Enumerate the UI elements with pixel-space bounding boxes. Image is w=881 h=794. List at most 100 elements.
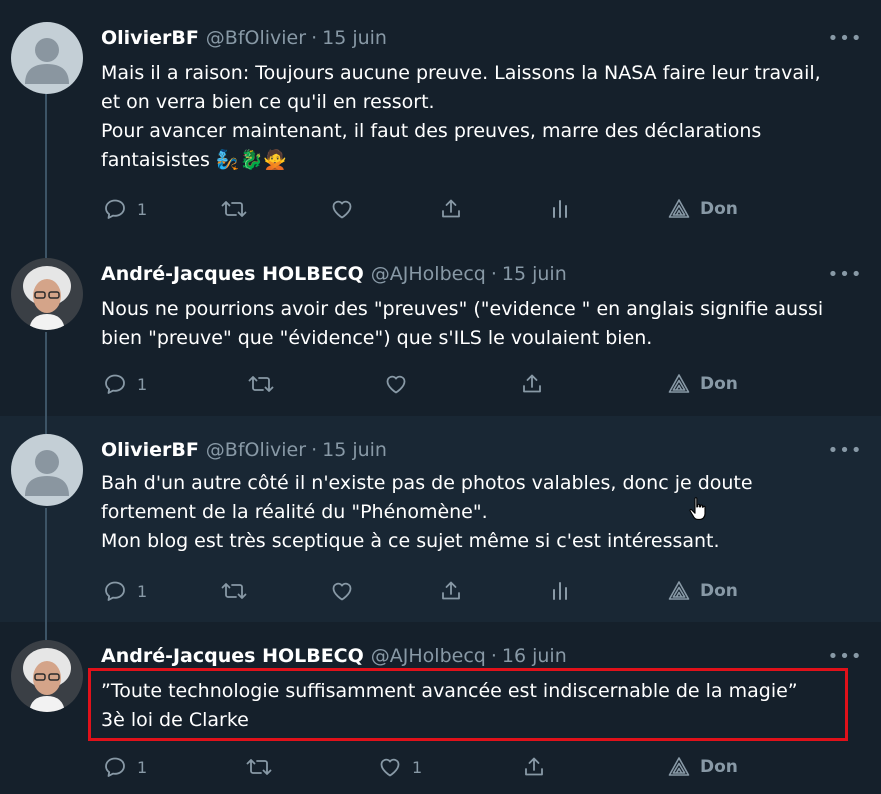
default-avatar-icon bbox=[11, 22, 83, 94]
share-icon bbox=[523, 374, 541, 393]
retweet-button[interactable] bbox=[220, 576, 248, 606]
retweet-icon bbox=[246, 759, 272, 775]
more-icon[interactable]: ••• bbox=[828, 264, 862, 285]
don-label: Don bbox=[700, 757, 738, 777]
don-button[interactable]: Don bbox=[667, 194, 738, 224]
avatar[interactable] bbox=[11, 434, 83, 506]
hand-cursor-icon bbox=[688, 496, 708, 526]
tweet-line: et on verra bien ce qu'il en ressort. bbox=[101, 91, 435, 113]
reply-button[interactable]: 1 bbox=[103, 369, 147, 399]
retweet-button[interactable] bbox=[247, 369, 275, 399]
more-icon[interactable]: ••• bbox=[828, 440, 862, 461]
reply-button[interactable]: 1 bbox=[103, 576, 147, 606]
author-handle[interactable]: @AJHolbecq bbox=[371, 643, 486, 669]
tweet-4[interactable]: André-Jacques HOLBECQ @AJHolbecq · 16 ju… bbox=[0, 622, 881, 794]
separator: · bbox=[311, 27, 318, 49]
share-button[interactable] bbox=[439, 576, 463, 606]
like-button[interactable]: 1 bbox=[378, 752, 422, 782]
don-icon bbox=[668, 374, 690, 393]
tweet-line: fortement de la réalité du "Phénomène". bbox=[101, 501, 488, 523]
tweet-line: Nous ne pourrions avoir des "preuves" ("… bbox=[101, 298, 824, 320]
like-button[interactable] bbox=[330, 194, 354, 224]
don-button[interactable]: Don bbox=[667, 369, 738, 399]
like-icon bbox=[332, 582, 352, 601]
tweet-thread: OlivierBF @BfOlivier · 15 juin ••• Mais … bbox=[0, 0, 881, 794]
tweet-3[interactable]: OlivierBF @BfOlivier · 15 juin ••• Bah d… bbox=[0, 416, 881, 622]
tweet-line: ”Toute technologie suffisamment avancée … bbox=[101, 680, 798, 702]
tweet-line: Bah d'un autre côté il n'existe pas de p… bbox=[101, 472, 753, 494]
author-name[interactable]: OlivierBF bbox=[101, 437, 199, 463]
tweet-line: Mais il a raison: Toujours aucune preuve… bbox=[101, 62, 821, 84]
tweet-header: OlivierBF @BfOlivier · 15 juin bbox=[101, 25, 387, 51]
like-button[interactable] bbox=[330, 576, 354, 606]
author-name[interactable]: André-Jacques HOLBECQ bbox=[101, 261, 364, 287]
more-icon[interactable]: ••• bbox=[828, 28, 862, 49]
share-icon bbox=[525, 757, 543, 776]
separator: · bbox=[311, 439, 318, 461]
don-label: Don bbox=[700, 374, 738, 394]
tweet-2[interactable]: André-Jacques HOLBECQ @AJHolbecq · 15 ju… bbox=[0, 240, 881, 416]
tweet-date[interactable]: 16 juin bbox=[502, 643, 567, 669]
more-icon[interactable]: ••• bbox=[828, 646, 862, 667]
tweet-date[interactable]: 15 juin bbox=[502, 261, 567, 287]
tweet-text: Mais il a raison: Toujours aucune preuve… bbox=[101, 59, 861, 175]
avatar[interactable] bbox=[11, 22, 83, 94]
author-name[interactable]: OlivierBF bbox=[101, 25, 199, 51]
thread-connector bbox=[45, 416, 47, 434]
author-name[interactable]: André-Jacques HOLBECQ bbox=[101, 643, 364, 669]
author-handle[interactable]: @BfOlivier bbox=[206, 25, 306, 51]
reply-button[interactable]: 1 bbox=[103, 194, 147, 224]
tweet-1[interactable]: OlivierBF @BfOlivier · 15 juin ••• Mais … bbox=[0, 0, 881, 240]
reply-button[interactable]: 1 bbox=[103, 752, 147, 782]
share-icon bbox=[442, 581, 460, 600]
avatar[interactable] bbox=[11, 258, 83, 330]
like-icon bbox=[380, 758, 400, 777]
analytics-icon bbox=[553, 200, 567, 218]
avatar[interactable] bbox=[11, 640, 83, 712]
separator: · bbox=[490, 263, 497, 285]
action-bar: 1 Don bbox=[0, 369, 881, 399]
retweet-button[interactable] bbox=[220, 194, 248, 224]
action-bar: 1 Don bbox=[0, 576, 881, 606]
don-label: Don bbox=[700, 199, 738, 219]
like-icon bbox=[386, 375, 406, 394]
share-button[interactable] bbox=[522, 752, 546, 782]
reply-icon bbox=[105, 581, 125, 601]
don-button[interactable]: Don bbox=[667, 752, 738, 782]
don-icon bbox=[668, 757, 690, 776]
photo-avatar-icon bbox=[11, 640, 83, 712]
share-button[interactable] bbox=[439, 194, 463, 224]
retweet-button[interactable] bbox=[245, 752, 273, 782]
tweet-line: Mon blog est très sceptique à ce sujet m… bbox=[101, 530, 720, 552]
don-icon bbox=[668, 581, 690, 600]
reply-icon bbox=[105, 199, 125, 219]
retweet-icon bbox=[221, 201, 247, 217]
reply-icon bbox=[105, 757, 125, 777]
separator: · bbox=[490, 645, 497, 667]
analytics-button[interactable] bbox=[548, 576, 572, 606]
tweet-line: fantaisistes 🧞🐉🙅 bbox=[101, 149, 287, 171]
default-avatar-icon bbox=[11, 434, 83, 506]
reply-count: 1 bbox=[137, 374, 148, 394]
reply-count: 1 bbox=[137, 757, 148, 777]
photo-avatar-icon bbox=[11, 258, 83, 330]
retweet-icon bbox=[221, 583, 247, 599]
don-button[interactable]: Don bbox=[667, 576, 738, 606]
tweet-text: Nous ne pourrions avoir des "preuves" ("… bbox=[101, 295, 861, 353]
tweet-date[interactable]: 15 juin bbox=[322, 437, 387, 463]
retweet-icon bbox=[248, 376, 274, 392]
author-handle[interactable]: @BfOlivier bbox=[206, 437, 306, 463]
action-bar: 1 Don bbox=[0, 194, 881, 224]
analytics-icon bbox=[553, 582, 567, 600]
like-icon bbox=[332, 200, 352, 219]
tweet-text: Bah d'un autre côté il n'existe pas de p… bbox=[101, 469, 861, 556]
author-handle[interactable]: @AJHolbecq bbox=[371, 261, 486, 287]
don-label: Don bbox=[700, 581, 738, 601]
tweet-header: André-Jacques HOLBECQ @AJHolbecq · 15 ju… bbox=[101, 261, 567, 287]
share-button[interactable] bbox=[520, 369, 544, 399]
tweet-text: ”Toute technologie suffisamment avancée … bbox=[101, 677, 861, 735]
tweet-date[interactable]: 15 juin bbox=[322, 25, 387, 51]
analytics-button[interactable] bbox=[548, 194, 572, 224]
tweet-line: 3è loi de Clarke bbox=[101, 709, 249, 731]
like-button[interactable] bbox=[384, 369, 408, 399]
